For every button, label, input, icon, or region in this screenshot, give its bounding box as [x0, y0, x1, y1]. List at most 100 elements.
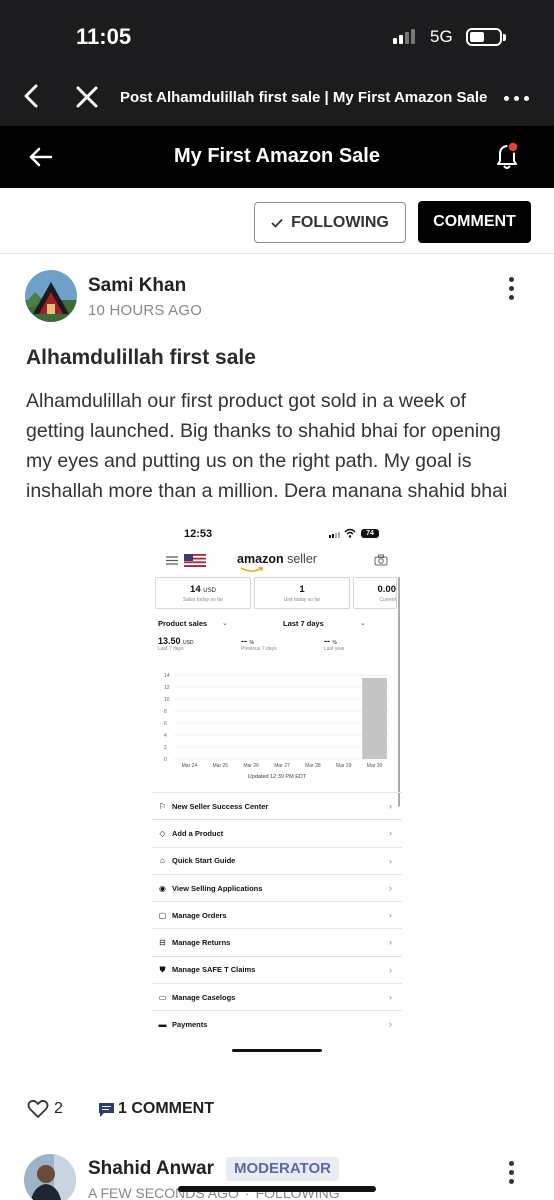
embedded-home-indicator: [232, 1049, 322, 1052]
eye-icon: ◉: [159, 883, 166, 893]
comment-icon[interactable]: [98, 1102, 115, 1118]
commenter-name[interactable]: Shahid Anwar: [88, 1158, 214, 1180]
chevron-right-icon: ›: [389, 801, 392, 811]
heart-icon[interactable]: [27, 1099, 49, 1119]
seller-menu-item[interactable]: ▭ Manage Caselogs ›: [152, 983, 402, 1010]
y-tick-label: 14: [164, 673, 170, 679]
x-tick-label: Mar 24: [182, 763, 198, 769]
chevron-right-icon: ›: [389, 937, 392, 948]
like-count: 2: [54, 1100, 63, 1117]
x-tick-label: Mar 26: [243, 763, 259, 769]
metric-value: -- %: [324, 636, 337, 646]
seller-menu-item[interactable]: ⛊ Manage SAFE T Claims ›: [152, 955, 402, 983]
comment-count[interactable]: 1 COMMENT: [118, 1100, 214, 1118]
following-button[interactable]: FOLLOWING: [254, 202, 406, 243]
y-tick-label: 2: [164, 745, 167, 751]
metric-label: Last year: [324, 646, 345, 652]
seller-menu-label: Manage Returns: [172, 938, 231, 948]
seller-menu-label: Manage Caselogs: [172, 992, 236, 1002]
seller-menu-item[interactable]: ⊟ Manage Returns ›: [152, 928, 402, 955]
mortarboard-icon: ⌂: [160, 856, 165, 866]
chevron-right-icon: ›: [389, 855, 392, 866]
metric-tiles: 14 USD Sales today so far 1 Unit today so …: [155, 577, 402, 609]
chevron-right-icon: ›: [389, 1019, 392, 1030]
signal-icon: [393, 29, 415, 44]
tile-units[interactable]: 1 Unit today so far: [254, 577, 350, 609]
author-name[interactable]: Sami Khan: [88, 275, 186, 297]
seller-menu-label: Quick Start Guide: [172, 856, 236, 866]
x-tick-label: Mar 27: [274, 763, 290, 769]
seller-menu-item[interactable]: ◇ Add a Product ›: [152, 819, 402, 846]
chevron-down-icon: ⌄: [222, 620, 228, 627]
post-image[interactable]: 12:53 74 amazon seller 14 USD Sales today…: [152, 517, 402, 1057]
y-tick-label: 8: [164, 709, 167, 715]
embedded-signal-icon: [329, 532, 340, 538]
post-actions: FOLLOWING COMMENT: [0, 188, 554, 254]
seller-menu-item[interactable]: ⌂ Quick Start Guide ›: [152, 846, 402, 874]
browser-title: Post Alhamdulillah first sale | My First…: [120, 89, 488, 106]
post-title: Alhamdulillah first sale: [26, 346, 256, 369]
chevron-right-icon: ›: [389, 910, 392, 921]
amazon-smile-icon: [240, 567, 264, 572]
seller-menu-label: New Seller Success Center: [172, 801, 269, 811]
tile-sales[interactable]: 14 USD Sales today so far: [155, 577, 251, 609]
y-tick-label: 12: [164, 685, 170, 691]
commenter-avatar[interactable]: [24, 1154, 76, 1200]
chevron-right-icon: ›: [389, 828, 392, 839]
metric-dropdown[interactable]: Product sales: [158, 619, 207, 628]
battery-tip: [503, 34, 506, 41]
comment-button[interactable]: COMMENT: [418, 201, 531, 243]
seller-menu-item[interactable]: ▬ Payments ›: [152, 1010, 402, 1037]
embedded-status-time: 12:53: [184, 528, 213, 540]
sales-bar-chart: 0 2 4 6 8 10 12 14 Mar 24 Mar 25 Mar 26 Mar 27 Mar 2…: [164, 673, 390, 769]
chart-bar: [362, 678, 387, 759]
camera-icon: [374, 554, 388, 566]
notification-bell-icon[interactable]: [492, 140, 522, 172]
seller-menu-item[interactable]: ⚐ New Seller Success Center ›: [152, 792, 402, 819]
chat-icon: ▭: [158, 992, 167, 1002]
following-label: FOLLOWING: [291, 213, 389, 231]
check-icon: [271, 218, 283, 228]
card-icon: ▬: [158, 1020, 167, 1030]
app-header: My First Amazon Sale: [0, 126, 554, 188]
seller-menu-label: Payments: [172, 1020, 208, 1030]
seller-menu: ⚐ New Seller Success Center › ◇ Add a Produc…: [152, 792, 402, 1038]
graduation-icon: ⚐: [158, 801, 167, 811]
status-time: 11:05: [76, 24, 132, 49]
x-tick-label: Mar 29: [336, 763, 352, 769]
y-tick-label: 6: [164, 721, 167, 727]
browser-chrome: 11:05 5G Post Alhamdulillah first sale |…: [0, 0, 554, 126]
seller-menu-label: Manage SAFE T Claims: [172, 965, 256, 975]
chevron-right-icon: ›: [389, 992, 392, 1003]
comment-more-icon[interactable]: [509, 1161, 514, 1184]
network-label: 5G: [430, 27, 453, 46]
period-dropdown[interactable]: Last 7 days: [283, 619, 324, 628]
orders-icon: ▢: [158, 910, 167, 920]
seller-menu-item[interactable]: ◉ View Selling Applications ›: [152, 873, 402, 901]
seller-menu-label: Add a Product: [172, 828, 224, 838]
seller-menu-label: View Selling Applications: [172, 883, 263, 893]
returns-icon: ⊟: [159, 938, 166, 948]
metric-value: -- %: [241, 636, 254, 646]
metric-label: Previous 7 days: [241, 646, 277, 652]
post-time: 10 HOURS AGO: [88, 302, 203, 319]
author-avatar[interactable]: [25, 270, 77, 322]
post-more-icon[interactable]: [509, 277, 514, 300]
x-tick-label: Mar 28: [305, 763, 321, 769]
home-indicator: [178, 1186, 376, 1192]
moderator-badge: MODERATOR: [226, 1157, 339, 1181]
y-tick-label: 0: [164, 757, 167, 763]
close-icon[interactable]: [74, 84, 100, 110]
chart-updated-time: Updated 12:39 PM EDT: [247, 774, 307, 780]
embedded-wifi-icon: [344, 528, 356, 538]
x-tick-label: Mar 25: [213, 763, 229, 769]
seller-menu-item[interactable]: ▢ Manage Orders ›: [152, 901, 402, 928]
chevron-down-icon: ⌄: [360, 620, 366, 627]
tag-icon: ◇: [159, 828, 166, 838]
embedded-scrollbar: [398, 577, 400, 807]
amazon-seller-logo: amazon seller: [237, 552, 317, 566]
back-icon[interactable]: [18, 82, 46, 110]
tile-current[interactable]: 0.00 Current: [353, 577, 397, 609]
more-options-icon[interactable]: [504, 96, 529, 101]
page-title: My First Amazon Sale: [174, 145, 380, 167]
